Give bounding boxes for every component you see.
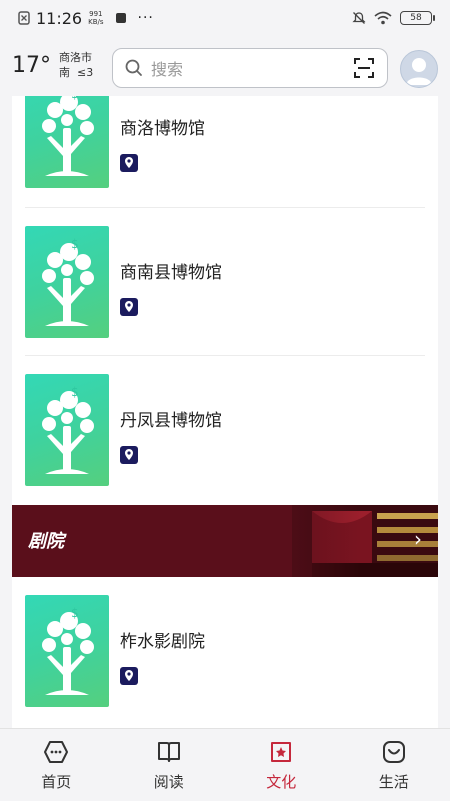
venue-list: $ 商洛博物馆 $ 商南县博物馆 [12, 96, 438, 728]
list-item[interactable]: $ 商洛博物馆 [12, 96, 438, 208]
category-banner-theater[interactable]: 剧院 › [12, 505, 438, 577]
weather-widget[interactable]: 17° 商洛市 南 ≤3 [12, 50, 93, 80]
search-icon [125, 59, 143, 77]
chevron-right-icon: › [414, 527, 422, 551]
user-icon [401, 51, 437, 87]
app-indicator-icon [116, 13, 126, 23]
search-input[interactable]: 搜索 [112, 48, 388, 88]
bottom-tab-bar: 首页 阅读 文化 生活 [0, 728, 450, 801]
tab-home[interactable]: 首页 [0, 729, 113, 801]
life-icon [381, 739, 407, 765]
mute-icon [352, 11, 366, 25]
list-item[interactable]: $ 丹凤县博物馆 [12, 356, 438, 504]
wifi-icon [374, 11, 392, 25]
svg-text:$: $ [71, 237, 79, 251]
theater-image [12, 505, 438, 577]
battery-icon: 58 [400, 11, 432, 25]
tab-read[interactable]: 阅读 [113, 729, 226, 801]
search-placeholder: 搜索 [151, 56, 183, 80]
location-pin-icon [120, 446, 138, 464]
tab-life[interactable]: 生活 [338, 729, 450, 801]
tab-label: 阅读 [154, 771, 184, 792]
net-speed: 991KB/s [88, 10, 103, 26]
item-title: 丹凤县博物馆 [120, 406, 222, 431]
item-title: 柞水影剧院 [120, 627, 205, 652]
svg-text:$: $ [71, 385, 79, 399]
tab-label: 生活 [379, 771, 409, 792]
tab-label: 文化 [266, 771, 296, 792]
location-pin-icon [120, 154, 138, 172]
tree-logo-icon: $ [25, 226, 109, 338]
location-pin-icon [120, 667, 138, 685]
list-item[interactable]: $ 商南县博物馆 [12, 208, 438, 356]
tab-culture[interactable]: 文化 [225, 729, 338, 801]
culture-icon [268, 739, 294, 765]
status-bar: 11:26 991KB/s ··· 58 [0, 0, 450, 36]
temperature: 17° [12, 53, 51, 78]
tree-logo-icon: $ [25, 374, 109, 486]
scan-icon[interactable] [353, 57, 375, 79]
city-name: 商洛市 [59, 50, 93, 65]
notification-icon [18, 11, 30, 25]
tab-label: 首页 [41, 771, 71, 792]
more-dots-icon: ··· [138, 10, 154, 26]
book-icon [156, 739, 182, 765]
wind-info: 南 ≤3 [59, 65, 93, 80]
top-header: 17° 商洛市 南 ≤3 搜索 [0, 36, 450, 96]
tree-logo-icon: $ [25, 96, 109, 188]
list-item[interactable]: $ 柞水影剧院 [12, 577, 438, 725]
location-pin-icon [120, 298, 138, 316]
svg-text:$: $ [71, 96, 79, 101]
clock: 11:26 [36, 9, 82, 28]
item-title: 商南县博物馆 [120, 258, 222, 283]
avatar[interactable] [400, 50, 438, 88]
svg-text:$: $ [71, 606, 79, 620]
tree-logo-icon: $ [25, 595, 109, 707]
item-title: 商洛博物馆 [120, 114, 205, 139]
banner-label: 剧院 [28, 527, 64, 553]
home-icon [43, 739, 69, 765]
